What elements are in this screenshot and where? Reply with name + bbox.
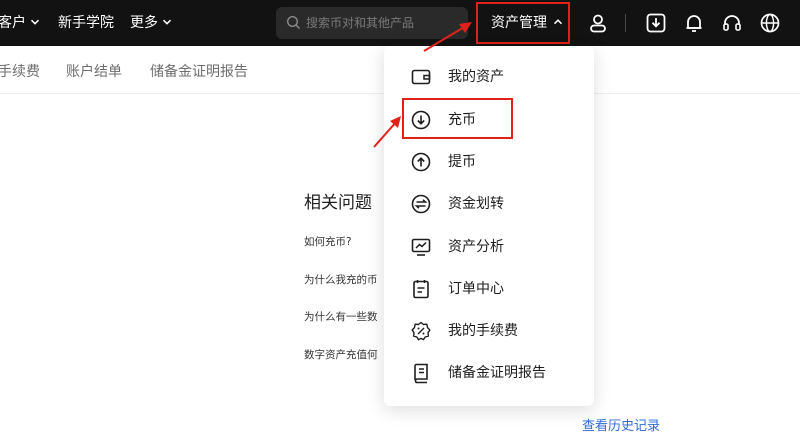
- headset-icon[interactable]: [721, 12, 743, 34]
- reserve-report-icon: [410, 362, 432, 384]
- chevron-down-icon: [162, 0, 172, 46]
- menu-item-label: 资金划转: [448, 196, 504, 212]
- deposit-highlight-box: [402, 98, 513, 139]
- menu-item-label: 资产分析: [448, 239, 504, 255]
- nav-divider: [625, 14, 626, 32]
- menu-item-label: 提币: [448, 154, 476, 170]
- download-app-icon[interactable]: [645, 12, 667, 34]
- menu-item-reserve-report[interactable]: 储备金证明报告: [384, 352, 594, 394]
- faq-question[interactable]: 数字资产充值何: [304, 347, 388, 362]
- withdraw-icon: [410, 151, 432, 173]
- related-questions-panel: 相关问题 如何充币? 为什么我充的币 为什么有一些数 数字资产充值何: [288, 170, 388, 380]
- faq-question[interactable]: 如何充币?: [304, 234, 388, 249]
- nav-customer[interactable]: 客户: [0, 0, 40, 46]
- nav-academy[interactable]: 新手学院: [58, 0, 114, 46]
- user-icon[interactable]: [587, 12, 609, 34]
- tab-account-statement[interactable]: 账户结单: [66, 61, 122, 81]
- nav-customer-label: 客户: [0, 15, 26, 31]
- top-nav-bar: 客户 新手学院 更多 搜索币对和其他产品 资产管理: [0, 0, 800, 46]
- menu-item-analysis[interactable]: 资产分析: [384, 226, 594, 268]
- asset-management-button[interactable]: 资产管理: [476, 2, 570, 44]
- faq-question[interactable]: 为什么有一些数: [304, 309, 388, 324]
- menu-item-label: 储备金证明报告: [448, 365, 546, 381]
- globe-icon[interactable]: [759, 12, 781, 34]
- menu-item-orders[interactable]: 订单中心: [384, 268, 594, 310]
- search-icon: [286, 15, 301, 34]
- search-placeholder: 搜索币对和其他产品: [306, 16, 415, 30]
- menu-item-my-assets[interactable]: 我的资产: [384, 56, 594, 98]
- tab-fees[interactable]: 手续费: [0, 61, 40, 81]
- menu-item-label: 我的资产: [448, 69, 504, 85]
- search-input[interactable]: 搜索币对和其他产品: [276, 7, 468, 39]
- bell-icon[interactable]: [683, 12, 705, 34]
- faq-question[interactable]: 为什么我充的币: [304, 272, 388, 287]
- nav-more[interactable]: 更多: [130, 0, 172, 46]
- menu-item-my-fees[interactable]: 我的手续费: [384, 310, 594, 352]
- menu-item-withdraw[interactable]: 提币: [384, 141, 594, 183]
- faq-title: 相关问题: [304, 193, 372, 213]
- wallet-icon: [410, 66, 432, 88]
- asset-management-label: 资产管理: [491, 15, 547, 31]
- view-history-link[interactable]: 查看历史记录: [582, 415, 660, 434]
- nav-more-label: 更多: [130, 15, 158, 31]
- orders-icon: [410, 278, 432, 300]
- analysis-icon: [410, 236, 432, 258]
- fee-icon: [410, 320, 432, 342]
- menu-item-transfer[interactable]: 资金划转: [384, 183, 594, 225]
- tab-reserve-report[interactable]: 储备金证明报告: [150, 61, 248, 81]
- transfer-icon: [410, 193, 432, 215]
- menu-item-label: 订单中心: [448, 281, 504, 297]
- chevron-up-icon: [553, 4, 563, 42]
- chevron-down-icon: [30, 0, 40, 46]
- menu-item-label: 我的手续费: [448, 323, 518, 339]
